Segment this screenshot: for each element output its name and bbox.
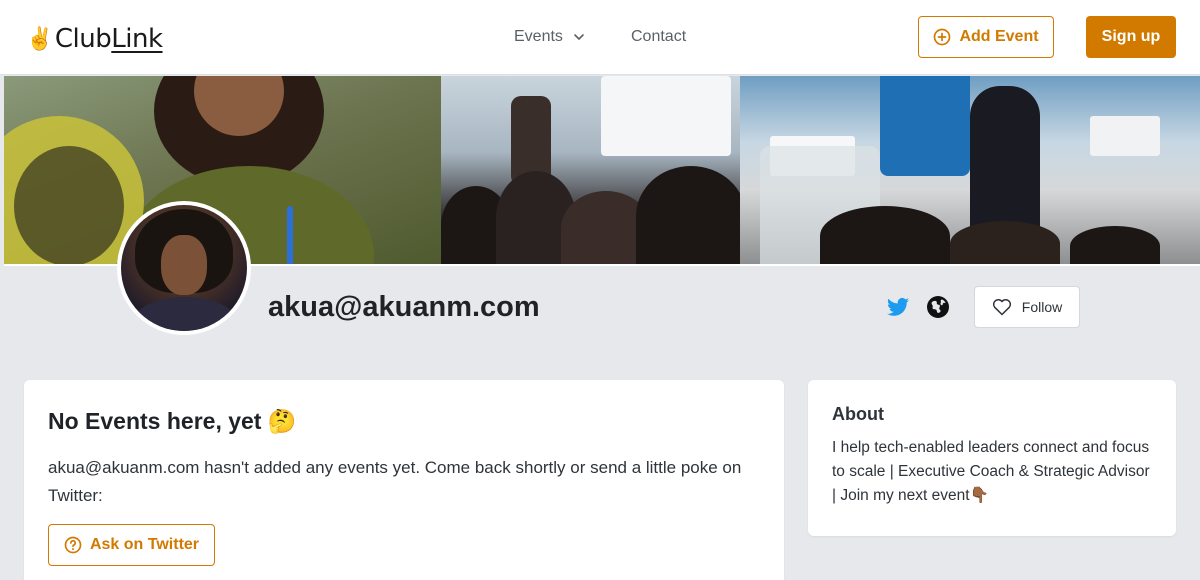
victory-hand-icon: ✌️ (26, 26, 53, 52)
nav-events-dropdown[interactable]: Events (514, 26, 585, 48)
add-event-button[interactable]: Add Event (918, 16, 1054, 58)
top-navigation-bar: ✌️ Club Link Events Contact Add Event Si… (0, 0, 1200, 75)
avatar-photo (121, 205, 247, 331)
heart-icon (992, 299, 1011, 316)
about-card: About I help tech-enabled leaders connec… (808, 380, 1176, 536)
profile-avatar (117, 201, 251, 335)
logo-text-link: Link (111, 24, 163, 54)
events-empty-message: akua@akuanm.com hasn't added any events … (48, 458, 742, 505)
events-empty-title: No Events here, yet 🤔 (48, 408, 297, 434)
plus-circle-icon (934, 28, 951, 46)
cover-photo-audience (441, 76, 740, 264)
follow-button[interactable]: Follow (974, 286, 1080, 328)
sign-up-button[interactable]: Sign up (1086, 16, 1176, 58)
chevron-down-icon (574, 34, 584, 40)
twitter-icon[interactable] (886, 295, 910, 319)
about-text: I help tech-enabled leaders connect and … (832, 439, 1150, 504)
about-title: About (832, 404, 884, 424)
nav-contact-link[interactable]: Contact (631, 26, 686, 48)
cover-photo-conference (740, 76, 1200, 264)
profile-name: akua@akuanm.com (268, 291, 540, 323)
ask-on-twitter-button[interactable]: Ask on Twitter (48, 524, 215, 566)
globe-icon[interactable] (926, 295, 950, 319)
ask-on-twitter-label: Ask on Twitter (89, 536, 200, 553)
follow-label: Follow (1021, 299, 1063, 315)
add-event-label: Add Event (959, 28, 1039, 45)
events-card: No Events here, yet 🤔 akua@akuanm.com ha… (24, 380, 784, 580)
clublink-logo[interactable]: ✌️ Club Link (26, 22, 163, 56)
nav-events-label: Events (514, 28, 563, 45)
question-circle-icon (64, 536, 82, 554)
logo-text-club: Club (54, 24, 112, 54)
